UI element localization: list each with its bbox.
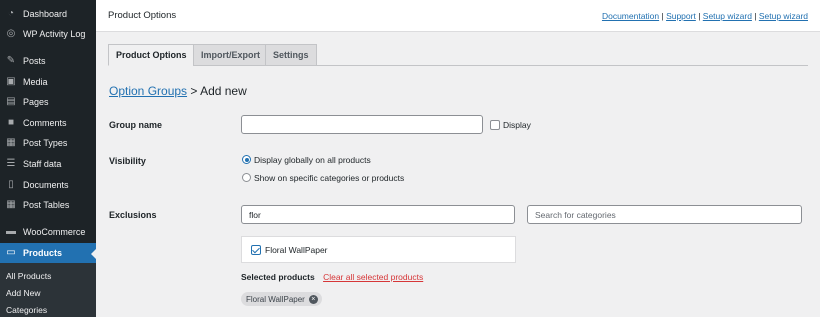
sidebar-item-dashboard[interactable]: ◔ Dashboard: [0, 4, 96, 24]
sidebar-item-label: Post Tables: [23, 200, 70, 210]
sidebar-item-products[interactable]: ▭ Products: [0, 243, 96, 263]
selected-products-text: Selected products: [241, 272, 315, 282]
submenu-item-categories[interactable]: Categories: [6, 305, 47, 315]
link-separator: |: [695, 11, 703, 21]
sidebar-item-documents[interactable]: ▯ Documents: [0, 175, 96, 195]
display-checkbox-label: Display: [503, 120, 531, 130]
tag-label: Floral WallPaper: [246, 294, 305, 304]
comments-icon: ■: [7, 117, 15, 128]
products-submenu: All Products Add New Categories: [0, 263, 96, 317]
header-links: Documentation | Support | Setup wizard |…: [602, 11, 808, 21]
search-result-label[interactable]: Floral WallPaper: [265, 245, 328, 255]
activity-log-icon: ◎: [6, 28, 16, 39]
category-search-input[interactable]: Search for categories: [527, 205, 802, 224]
sidebar-item-post-tables[interactable]: ▦ Post Tables: [0, 195, 96, 215]
sidebar-item-label: Products: [23, 248, 63, 258]
sidebar-item-label: Documents: [23, 180, 69, 190]
sidebar-item-post-types[interactable]: ▦ Post Types: [0, 133, 96, 153]
remove-tag-icon[interactable]: ×: [308, 294, 318, 304]
submenu-item-add-new[interactable]: Add New: [6, 288, 41, 298]
support-link[interactable]: Support: [666, 11, 696, 21]
documentation-link[interactable]: Documentation: [602, 11, 659, 21]
tab-product-options[interactable]: Product Options: [108, 44, 195, 66]
woocommerce-icon: ▬: [6, 226, 16, 237]
sidebar-item-label: Media: [23, 77, 48, 87]
sidebar-item-label: WooCommerce: [23, 227, 86, 237]
sidebar-item-label: Staff data: [23, 159, 62, 169]
page-title: Product Options: [108, 10, 177, 21]
sidebar-item-label: Dashboard: [23, 9, 68, 19]
tab-settings[interactable]: Settings: [265, 44, 317, 66]
dashboard-icon: ◔: [7, 8, 15, 19]
breadcrumb-option-groups-link[interactable]: Option Groups: [109, 84, 187, 98]
sidebar-item-label: Pages: [23, 97, 49, 107]
breadcrumb: Option Groups > Add new: [109, 84, 247, 98]
group-name-label: Group name: [109, 120, 163, 130]
setup-wizard-link[interactable]: Setup wizard: [703, 11, 752, 21]
clear-selected-products-link[interactable]: Clear all selected products: [323, 272, 423, 282]
visibility-global-label: Display globally on all products: [254, 155, 371, 165]
submenu-item-all-products[interactable]: All Products: [6, 271, 51, 281]
products-icon: ▭: [6, 247, 16, 258]
visibility-global-radio[interactable]: [242, 155, 251, 164]
sidebar-item-label: Posts: [23, 56, 46, 66]
sidebar-item-activity-log[interactable]: ◎ WP Activity Log: [0, 24, 96, 44]
post-tables-icon: ▦: [6, 199, 16, 210]
sidebar-item-woocommerce[interactable]: ▬ WooCommerce: [0, 222, 96, 242]
tab-import-export[interactable]: Import/Export: [193, 44, 269, 66]
sidebar-item-posts[interactable]: ✎ Posts: [0, 51, 96, 71]
documents-icon: ▯: [8, 179, 14, 190]
sidebar-item-label: WP Activity Log: [23, 29, 86, 39]
visibility-specific-label: Show on specific categories or products: [254, 173, 405, 183]
group-name-input[interactable]: [241, 115, 483, 134]
sidebar-item-label: Post Types: [23, 138, 68, 148]
sidebar-item-comments[interactable]: ■ Comments: [0, 113, 96, 133]
link-separator: |: [751, 11, 759, 21]
setup-wizard-link-2[interactable]: Setup wizard: [759, 11, 808, 21]
sidebar-item-pages[interactable]: ▤ Pages: [0, 92, 96, 112]
product-search-input[interactable]: flor: [241, 205, 515, 224]
selected-product-tag: Floral WallPaper ×: [241, 292, 322, 306]
staff-data-icon: ☰: [6, 158, 16, 169]
selected-products-label: Selected products Clear all selected pro…: [241, 272, 423, 282]
visibility-label: Visibility: [109, 156, 146, 166]
media-icon: ▣: [6, 76, 16, 87]
breadcrumb-current: Add new: [200, 84, 247, 98]
visibility-specific-radio[interactable]: [242, 173, 251, 182]
floral-wallpaper-checkbox[interactable]: [251, 245, 261, 255]
sidebar-item-staff-data[interactable]: ☰ Staff data: [0, 154, 96, 174]
pin-icon: ✎: [6, 55, 16, 66]
post-types-icon: ▦: [6, 137, 16, 148]
exclusions-label: Exclusions: [109, 210, 157, 220]
category-search-placeholder: Search for categories: [535, 209, 616, 220]
breadcrumb-separator: >: [187, 84, 201, 98]
page-header: Product Options Documentation | Support …: [96, 0, 820, 32]
admin-sidebar: ◔ Dashboard ◎ WP Activity Log ✎ Posts ▣ …: [0, 0, 96, 317]
sidebar-item-media[interactable]: ▣ Media: [0, 72, 96, 92]
display-checkbox[interactable]: [490, 120, 500, 130]
settings-tabs: Product Options Import/Export Settings: [108, 44, 808, 66]
sidebar-item-label: Comments: [23, 118, 67, 128]
pages-icon: ▤: [6, 96, 16, 107]
